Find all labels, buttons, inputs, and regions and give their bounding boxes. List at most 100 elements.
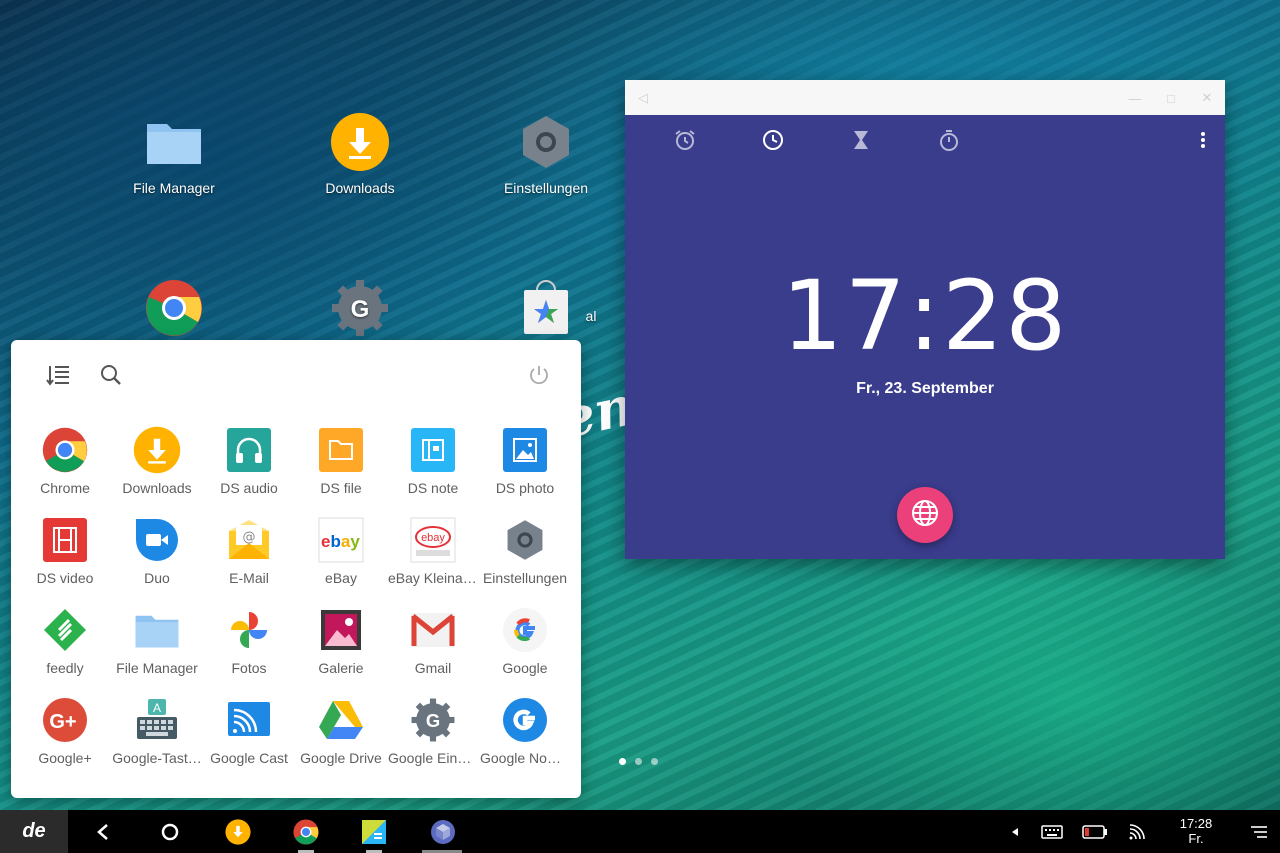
alarm-icon[interactable] [665, 125, 705, 155]
app-label: DS photo [495, 480, 555, 496]
taskbar-notes-app-icon[interactable] [359, 817, 389, 847]
download-icon [330, 112, 390, 172]
app-fotos[interactable]: Fotos [203, 602, 295, 692]
power-icon[interactable] [524, 360, 554, 390]
app-chrome[interactable]: Chrome [19, 422, 111, 512]
sort-list-icon[interactable] [43, 360, 73, 390]
taskbar-downloads-icon[interactable] [223, 817, 253, 847]
app-duo[interactable]: Duo [111, 512, 203, 602]
download-icon [133, 426, 181, 474]
app-ds-file[interactable]: DS file [295, 422, 387, 512]
world-clock-button[interactable] [897, 487, 953, 543]
clock-date: Fr., 23. September [856, 380, 994, 397]
app-label: DS note [407, 480, 459, 496]
video-camera-icon [133, 516, 181, 564]
page-indicator [619, 758, 658, 765]
keyboard-tray-icon[interactable] [1037, 817, 1067, 847]
app-label: Google-Tast… [112, 750, 202, 766]
back-arrow-icon[interactable]: ◁ [633, 88, 653, 108]
app-label: eBay Kleinan… [388, 570, 479, 586]
app-ds-audio[interactable]: DS audio [203, 422, 295, 512]
wifi-cast-icon[interactable] [1122, 817, 1152, 847]
app-ebay-kleinanzeigen[interactable]: ebay eBay Kleinan… [387, 512, 479, 602]
desktop-icon-file-manager[interactable]: File Manager [114, 112, 234, 196]
taskbar-chrome-icon[interactable] [291, 817, 321, 847]
clock-tab-bar [625, 125, 1225, 165]
app-feedly[interactable]: feedly [19, 602, 111, 692]
app-label: Google Drive [300, 750, 382, 766]
page-dot[interactable] [619, 758, 626, 765]
desktop-icon-chrome[interactable] [114, 278, 234, 346]
clock-time: 17:28 [781, 260, 1069, 372]
desktop-icon-label: File Manager [133, 180, 215, 196]
app-ds-video[interactable]: DS video [19, 512, 111, 602]
svg-text:G: G [351, 296, 370, 323]
app-google-plus[interactable]: G+ Google+ [19, 692, 111, 782]
app-label: DS video [36, 570, 94, 586]
app-label: Google Cast [210, 750, 288, 766]
tray-clock[interactable]: 17:28 Fr. [1168, 816, 1224, 846]
headphones-icon [225, 426, 273, 474]
app-google-cast[interactable]: Google Cast [203, 692, 295, 782]
clock-window: ◁ — □ ✕ 17:28 Fr., 23. September [625, 80, 1225, 559]
window-titlebar[interactable]: ◁ — □ ✕ [625, 80, 1225, 115]
desktop-icon-label: Downloads [325, 180, 395, 196]
close-icon[interactable]: ✕ [1197, 88, 1217, 108]
folder-icon [144, 112, 204, 172]
app-galerie[interactable]: Galerie [295, 602, 387, 692]
page-dot[interactable] [651, 758, 658, 765]
folder-outline-icon [317, 426, 365, 474]
minimize-icon[interactable]: — [1125, 88, 1145, 108]
app-label: Gmail [414, 660, 452, 676]
app-file-manager[interactable]: File Manager [111, 602, 203, 692]
google-settings-icon: G [409, 696, 457, 744]
stopwatch-icon[interactable] [929, 125, 969, 155]
page-dot[interactable] [635, 758, 642, 765]
desktop-icon-google-settings[interactable]: G [300, 278, 420, 346]
pinwheel-icon [225, 606, 273, 654]
svg-text:A: A [153, 701, 161, 715]
google-settings-icon: G [330, 278, 390, 338]
app-google-now-launcher[interactable]: Google Now… [479, 692, 571, 782]
app-ebay[interactable]: ebay eBay [295, 512, 387, 602]
app-label: Google Einst… [388, 750, 479, 766]
app-ds-note[interactable]: DS note [387, 422, 479, 512]
taskbar-cube-app-icon[interactable] [428, 817, 458, 847]
battery-icon[interactable] [1080, 817, 1110, 847]
tray-expand-icon[interactable] [1000, 817, 1030, 847]
google-plus-icon: G+ [41, 696, 89, 744]
app-google-einstellungen[interactable]: G Google Einst… [387, 692, 479, 782]
note-icon [409, 426, 457, 474]
app-ds-photo[interactable]: DS photo [479, 422, 571, 512]
search-icon[interactable] [96, 360, 126, 390]
tray-day: Fr. [1188, 831, 1204, 846]
app-downloads[interactable]: Downloads [111, 422, 203, 512]
app-gmail[interactable]: Gmail [387, 602, 479, 692]
chrome-icon [144, 278, 204, 338]
desktop-icon-play-store[interactable]: al [486, 278, 606, 334]
app-drawer: Chrome Downloads DS audio DS file DS not… [11, 340, 581, 798]
start-menu-button[interactable]: de [0, 810, 68, 853]
back-icon[interactable] [88, 817, 118, 847]
app-google[interactable]: Google [479, 602, 571, 692]
desktop-icon-einstellungen[interactable]: Einstellungen [486, 112, 606, 196]
clock-icon[interactable] [753, 125, 793, 155]
home-icon[interactable] [155, 817, 185, 847]
app-einstellungen[interactable]: Einstellungen [479, 512, 571, 602]
folder-icon [133, 606, 181, 654]
maximize-icon[interactable]: □ [1161, 88, 1181, 108]
notification-menu-icon[interactable] [1244, 817, 1274, 847]
more-options-icon[interactable] [1183, 125, 1223, 155]
timer-icon[interactable] [841, 125, 881, 155]
app-label: Google [502, 660, 548, 676]
settings-hex-icon [501, 516, 549, 564]
app-label: Duo [144, 570, 170, 586]
app-email[interactable]: @ E-Mail [203, 512, 295, 602]
app-google-tastatur[interactable]: A Google-Tast… [111, 692, 203, 782]
google-g-icon [501, 606, 549, 654]
desktop-icon-downloads[interactable]: Downloads [300, 112, 420, 196]
drive-icon [317, 696, 365, 744]
svg-text:G: G [426, 710, 440, 731]
app-label: E-Mail [229, 570, 269, 586]
app-google-drive[interactable]: Google Drive [295, 692, 387, 782]
